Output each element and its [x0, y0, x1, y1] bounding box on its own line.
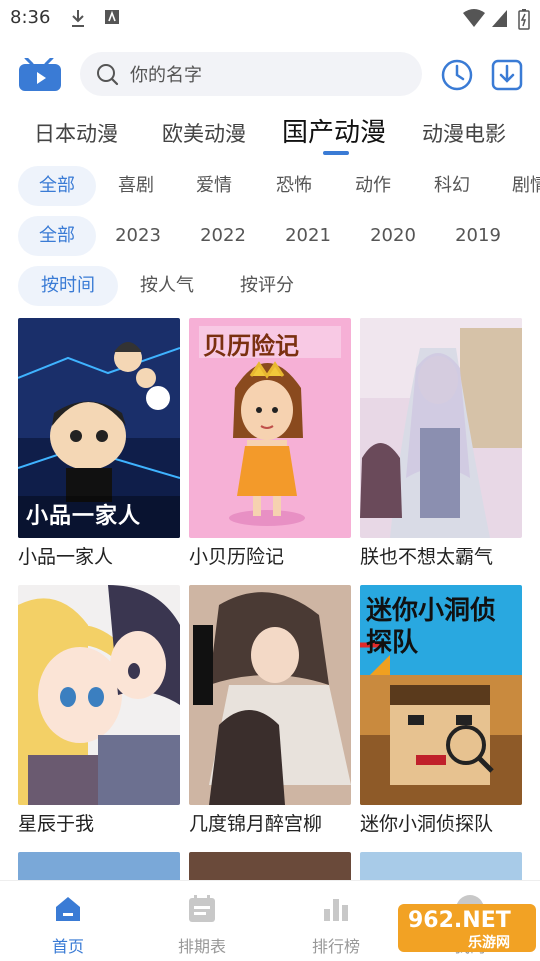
- keyboard-status-icon: [105, 10, 119, 24]
- sort-filter-row: 按时间 按人气 按评分: [0, 266, 540, 308]
- year-chip-2022[interactable]: 2022: [191, 216, 255, 256]
- anime-cover[interactable]: [18, 585, 180, 805]
- nav-label: 排期表: [177, 937, 226, 956]
- wifi-icon: [463, 9, 485, 27]
- battery-icon: [518, 9, 530, 30]
- genre-chip-drama[interactable]: 剧情: [500, 166, 540, 206]
- genre-filter-row: 全部 喜剧 爱情 恐怖 动作 科幻 剧情: [0, 166, 540, 208]
- sort-chip-time[interactable]: 按时间: [18, 266, 118, 306]
- anime-cover[interactable]: [360, 852, 522, 882]
- calendar-icon: [189, 895, 215, 922]
- download-status-icon: [72, 10, 84, 27]
- year-chip-2021[interactable]: 2021: [276, 216, 340, 256]
- anime-cover[interactable]: [360, 318, 522, 538]
- nav-home[interactable]: 首页: [18, 881, 118, 961]
- home-icon: [56, 897, 80, 921]
- genre-chip-horror[interactable]: 恐怖: [264, 166, 324, 206]
- tab-chinese-anime[interactable]: 国产动漫: [282, 112, 386, 149]
- genre-chip-comedy[interactable]: 喜剧: [106, 166, 166, 206]
- site-watermark: 962.NET 乐游网: [398, 900, 536, 956]
- watermark-logo-text: 962.NET: [408, 908, 511, 933]
- genre-chip-scifi[interactable]: 科幻: [422, 166, 482, 206]
- year-chip-all[interactable]: 全部: [18, 216, 96, 256]
- signal-icon: [492, 10, 507, 27]
- anime-cover[interactable]: [18, 852, 180, 882]
- cover-title-text: 小品一家人: [26, 504, 142, 529]
- genre-chip-action[interactable]: 动作: [343, 166, 403, 206]
- history-clock-icon[interactable]: [440, 58, 474, 92]
- anime-title[interactable]: 小品一家人: [18, 542, 113, 569]
- active-tab-indicator: [323, 151, 349, 155]
- anime-title[interactable]: 朕也不想太霸气: [360, 542, 493, 569]
- year-chip-2023[interactable]: 2023: [106, 216, 170, 256]
- genre-chip-all[interactable]: 全部: [18, 166, 96, 206]
- anime-cover[interactable]: 小品一家人: [18, 318, 180, 538]
- nav-label: 首页: [51, 937, 84, 956]
- anime-title[interactable]: 几度锦月醉宫柳: [189, 809, 322, 836]
- year-chip-2019[interactable]: 2019: [446, 216, 510, 256]
- sort-chip-popularity[interactable]: 按人气: [124, 266, 210, 306]
- cover-title-text: 迷你小洞侦探队: [366, 596, 497, 658]
- status-bar: 8:36: [0, 0, 540, 36]
- nav-label: 排行榜: [311, 937, 360, 956]
- region-tabs: 日本动漫 欧美动漫 国产动漫 动漫电影: [0, 108, 540, 158]
- anime-cover[interactable]: [189, 852, 351, 882]
- year-filter-row: 全部 2023 2022 2021 2020 2019: [0, 216, 540, 258]
- anime-title[interactable]: 迷你小洞侦探队: [360, 809, 493, 836]
- anime-title[interactable]: 小贝历险记: [189, 542, 284, 569]
- anime-cover[interactable]: [189, 585, 351, 805]
- search-row: [0, 50, 540, 100]
- nav-ranking[interactable]: 排行榜: [286, 881, 386, 961]
- tab-japanese-anime[interactable]: 日本动漫: [34, 118, 118, 148]
- download-icon[interactable]: [490, 58, 524, 92]
- anime-title[interactable]: 星辰于我: [18, 809, 94, 836]
- search-bar[interactable]: [80, 52, 422, 96]
- status-time: 8:36: [10, 7, 51, 28]
- search-input[interactable]: [128, 60, 412, 90]
- nav-schedule[interactable]: 排期表: [152, 881, 252, 961]
- tv-logo-icon[interactable]: [18, 58, 62, 92]
- anime-cover[interactable]: 贝历险记: [189, 318, 351, 538]
- anime-cover[interactable]: 迷你小洞侦探队: [360, 585, 522, 805]
- search-icon: [97, 64, 119, 86]
- tab-anime-movies[interactable]: 动漫电影: [422, 118, 506, 148]
- cover-title-text: 贝历险记: [203, 332, 299, 360]
- watermark-sub-text: 乐游网: [468, 935, 510, 951]
- year-chip-2020[interactable]: 2020: [361, 216, 425, 256]
- genre-chip-romance[interactable]: 爱情: [184, 166, 244, 206]
- ranking-icon: [324, 899, 348, 921]
- sort-chip-rating[interactable]: 按评分: [224, 266, 310, 306]
- tab-western-anime[interactable]: 欧美动漫: [162, 118, 246, 148]
